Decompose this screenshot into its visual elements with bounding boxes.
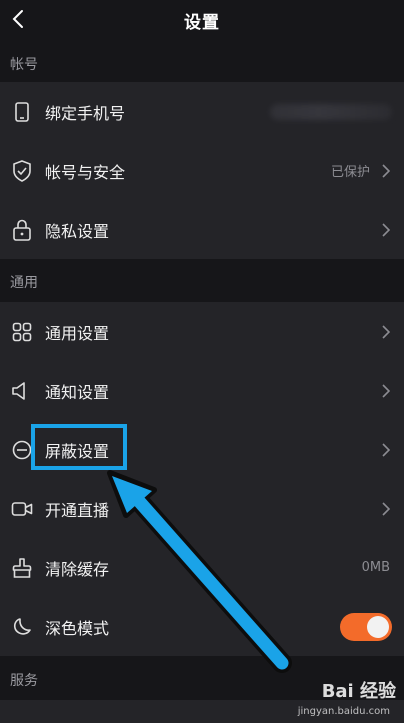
row-label: 隐私设置 bbox=[45, 221, 110, 241]
row-label: 通知设置 bbox=[45, 382, 110, 402]
row-label: 帐号与安全 bbox=[45, 162, 126, 182]
broom-icon bbox=[11, 557, 33, 579]
highlight-box bbox=[31, 424, 127, 470]
nav-bar: 设置 bbox=[0, 0, 404, 40]
section-header-services: 服务 bbox=[10, 673, 38, 689]
dark-mode-toggle[interactable] bbox=[340, 613, 392, 641]
row-label: 清除缓存 bbox=[45, 559, 110, 579]
section-header-general: 通用 bbox=[10, 275, 38, 291]
status-value: 已保护 bbox=[330, 165, 370, 180]
account-group: 绑定手机号 帐号与安全 已保护 隐私设置 bbox=[0, 82, 404, 259]
row-label: 深色模式 bbox=[45, 618, 110, 638]
row-dark-mode[interactable]: 深色模式 bbox=[0, 597, 404, 656]
row-general-settings[interactable]: 通用设置 bbox=[0, 302, 404, 361]
speaker-icon bbox=[11, 380, 33, 402]
row-label: 开通直播 bbox=[45, 500, 110, 520]
moon-icon bbox=[11, 616, 33, 638]
toggle-knob bbox=[367, 616, 389, 638]
chevron-right-icon bbox=[380, 222, 392, 238]
block-icon bbox=[11, 439, 33, 461]
chevron-right-icon bbox=[380, 442, 392, 458]
watermark-logo: Bai 经验 bbox=[321, 681, 396, 702]
chevron-right-icon bbox=[380, 383, 392, 399]
row-label: 绑定手机号 bbox=[45, 103, 126, 123]
section-header-account: 帐号 bbox=[10, 57, 38, 73]
row-privacy[interactable]: 隐私设置 bbox=[0, 200, 404, 259]
row-notification-settings[interactable]: 通知设置 bbox=[0, 361, 404, 420]
cache-size-value: 0MB bbox=[361, 560, 390, 575]
page-title: 设置 bbox=[184, 13, 220, 33]
shield-check-icon bbox=[11, 159, 33, 182]
row-label: 通用设置 bbox=[45, 323, 110, 343]
row-account-security[interactable]: 帐号与安全 已保护 bbox=[0, 141, 404, 200]
phone-number-blurred bbox=[270, 104, 392, 120]
general-group: 通用设置 通知设置 屏蔽设置 开通直播 清除缓存 0MB 深色模式 bbox=[0, 302, 404, 656]
chevron-right-icon bbox=[380, 163, 392, 179]
row-bind-phone[interactable]: 绑定手机号 bbox=[0, 82, 404, 141]
video-camera-icon bbox=[11, 498, 33, 520]
phone-icon bbox=[11, 101, 33, 123]
row-start-live[interactable]: 开通直播 bbox=[0, 479, 404, 538]
lock-icon bbox=[11, 219, 33, 241]
row-clear-cache[interactable]: 清除缓存 0MB bbox=[0, 538, 404, 597]
chevron-right-icon bbox=[380, 501, 392, 517]
chevron-right-icon bbox=[380, 324, 392, 340]
watermark-url: jingyan.baidu.com bbox=[297, 706, 390, 717]
grid-icon bbox=[11, 321, 33, 343]
